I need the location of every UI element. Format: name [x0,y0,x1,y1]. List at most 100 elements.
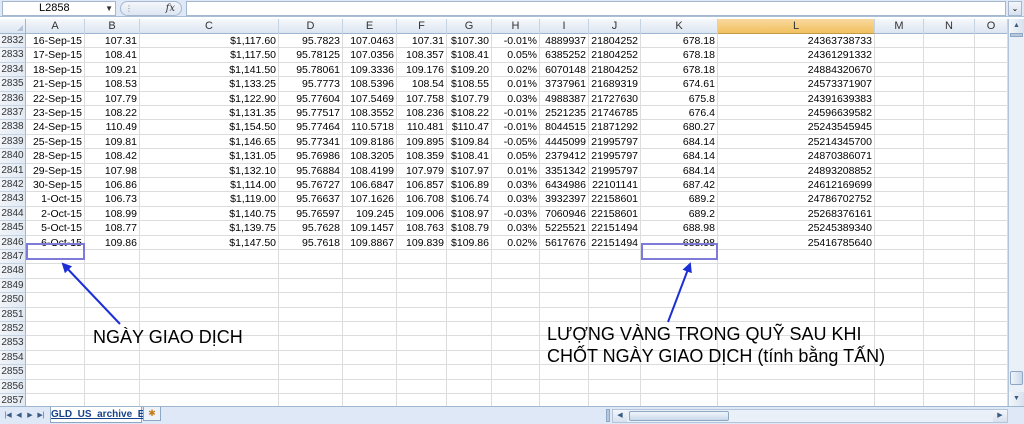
cell-o[interactable] [975,106,1008,121]
cell-e[interactable]: 108.3205 [343,149,397,164]
cell-e[interactable] [343,307,397,322]
row-header[interactable]: 2834 [0,62,26,78]
cell-m[interactable] [875,264,924,279]
cell-j[interactable]: 22158601 [589,192,641,207]
column-header-n[interactable]: N [924,19,975,34]
cell-i[interactable]: 5617676 [540,235,589,250]
cell-l[interactable]: 24786702752 [718,192,875,207]
cell-b[interactable]: 107.98 [85,163,140,178]
cell-e[interactable]: 110.5718 [343,120,397,135]
cell-a[interactable] [26,379,85,394]
cell-l[interactable]: 24573371907 [718,77,875,92]
cell-g[interactable]: $107.97 [447,163,492,178]
cell-l[interactable]: 24612169699 [718,178,875,193]
chevron-down-icon[interactable]: ▼ [105,2,113,15]
cell-e[interactable]: 107.0463 [343,34,397,49]
cell-d[interactable] [279,278,343,294]
cell-k[interactable]: 676.4 [641,106,718,121]
cell-b[interactable]: 108.77 [85,221,140,236]
row-header[interactable]: 2833 [0,48,26,63]
cell-o[interactable] [975,192,1008,207]
last-sheet-icon[interactable]: ▶| [36,410,46,421]
cell-j[interactable]: 21804252 [589,34,641,49]
cell-m[interactable] [875,48,924,63]
cell-i[interactable] [540,365,589,380]
cell-j[interactable]: 21871292 [589,120,641,135]
cell-h[interactable]: 0.02% [492,62,540,78]
cell-o[interactable] [975,336,1008,351]
cell-l[interactable]: 24363738733 [718,34,875,49]
cell-i[interactable]: 6434986 [540,178,589,193]
cell-e[interactable]: 109.3336 [343,62,397,78]
cell-j[interactable] [589,293,641,308]
cell-f[interactable]: 109.176 [397,62,447,78]
cell-j[interactable] [589,307,641,322]
cell-g[interactable]: $108.79 [447,221,492,236]
cell-m[interactable] [875,307,924,322]
column-header-b[interactable]: B [85,19,140,34]
cell-n[interactable] [924,149,975,164]
cell-e[interactable]: 108.5396 [343,77,397,92]
cell-k[interactable] [641,250,718,265]
cell-a[interactable]: 24-Sep-15 [26,120,85,135]
cell-b[interactable] [85,293,140,308]
cell-l[interactable] [718,293,875,308]
cell-c[interactable] [140,278,279,294]
cell-l[interactable]: 25243545945 [718,120,875,135]
cell-f[interactable] [397,350,447,366]
cell-l[interactable]: 25245389340 [718,221,875,236]
cell-f[interactable]: 108.357 [397,48,447,63]
cell-m[interactable] [875,178,924,193]
cell-d[interactable]: 95.76727 [279,178,343,193]
cell-l[interactable] [718,264,875,279]
cell-j[interactable] [589,250,641,265]
cell-c[interactable] [140,264,279,279]
cell-o[interactable] [975,235,1008,250]
cell-b[interactable]: 106.86 [85,178,140,193]
cell-g[interactable] [447,365,492,380]
cell-g[interactable]: $108.41 [447,149,492,164]
cell-h[interactable] [492,336,540,351]
cell-n[interactable] [924,350,975,366]
cell-o[interactable] [975,178,1008,193]
cell-d[interactable] [279,293,343,308]
cell-d[interactable]: 95.76597 [279,206,343,222]
cell-f[interactable]: 108.54 [397,77,447,92]
cell-o[interactable] [975,149,1008,164]
cell-k[interactable] [641,293,718,308]
cell-n[interactable] [924,34,975,49]
cell-f[interactable] [397,322,447,337]
cell-a[interactable]: 23-Sep-15 [26,106,85,121]
cell-i[interactable]: 3932397 [540,192,589,207]
cell-c[interactable]: $1,122.90 [140,91,279,106]
cell-n[interactable] [924,293,975,308]
cell-o[interactable] [975,206,1008,222]
cell-g[interactable]: $108.22 [447,106,492,121]
cell-b[interactable]: 108.99 [85,206,140,222]
row-header[interactable]: 2847 [0,250,26,265]
cell-e[interactable] [343,365,397,380]
cell-h[interactable]: -0.01% [492,120,540,135]
cell-b[interactable]: 108.41 [85,48,140,63]
cell-n[interactable] [924,322,975,337]
cell-m[interactable] [875,206,924,222]
row-header[interactable]: 2848 [0,264,26,279]
cell-l[interactable]: 25214345700 [718,134,875,150]
cell-e[interactable] [343,336,397,351]
cell-m[interactable] [875,278,924,294]
cell-j[interactable]: 22151494 [589,235,641,250]
row-header[interactable]: 2837 [0,106,26,121]
cell-d[interactable] [279,336,343,351]
row-header[interactable]: 2844 [0,206,26,222]
cell-g[interactable]: $109.86 [447,235,492,250]
cell-f[interactable]: 109.895 [397,134,447,150]
cell-h[interactable]: 0.01% [492,77,540,92]
cell-o[interactable] [975,365,1008,380]
cell-n[interactable] [924,106,975,121]
cell-a[interactable] [26,322,85,337]
cell-f[interactable] [397,336,447,351]
cell-f[interactable]: 110.481 [397,120,447,135]
column-header-a[interactable]: A [26,19,85,34]
cell-n[interactable] [924,250,975,265]
cell-m[interactable] [875,91,924,106]
